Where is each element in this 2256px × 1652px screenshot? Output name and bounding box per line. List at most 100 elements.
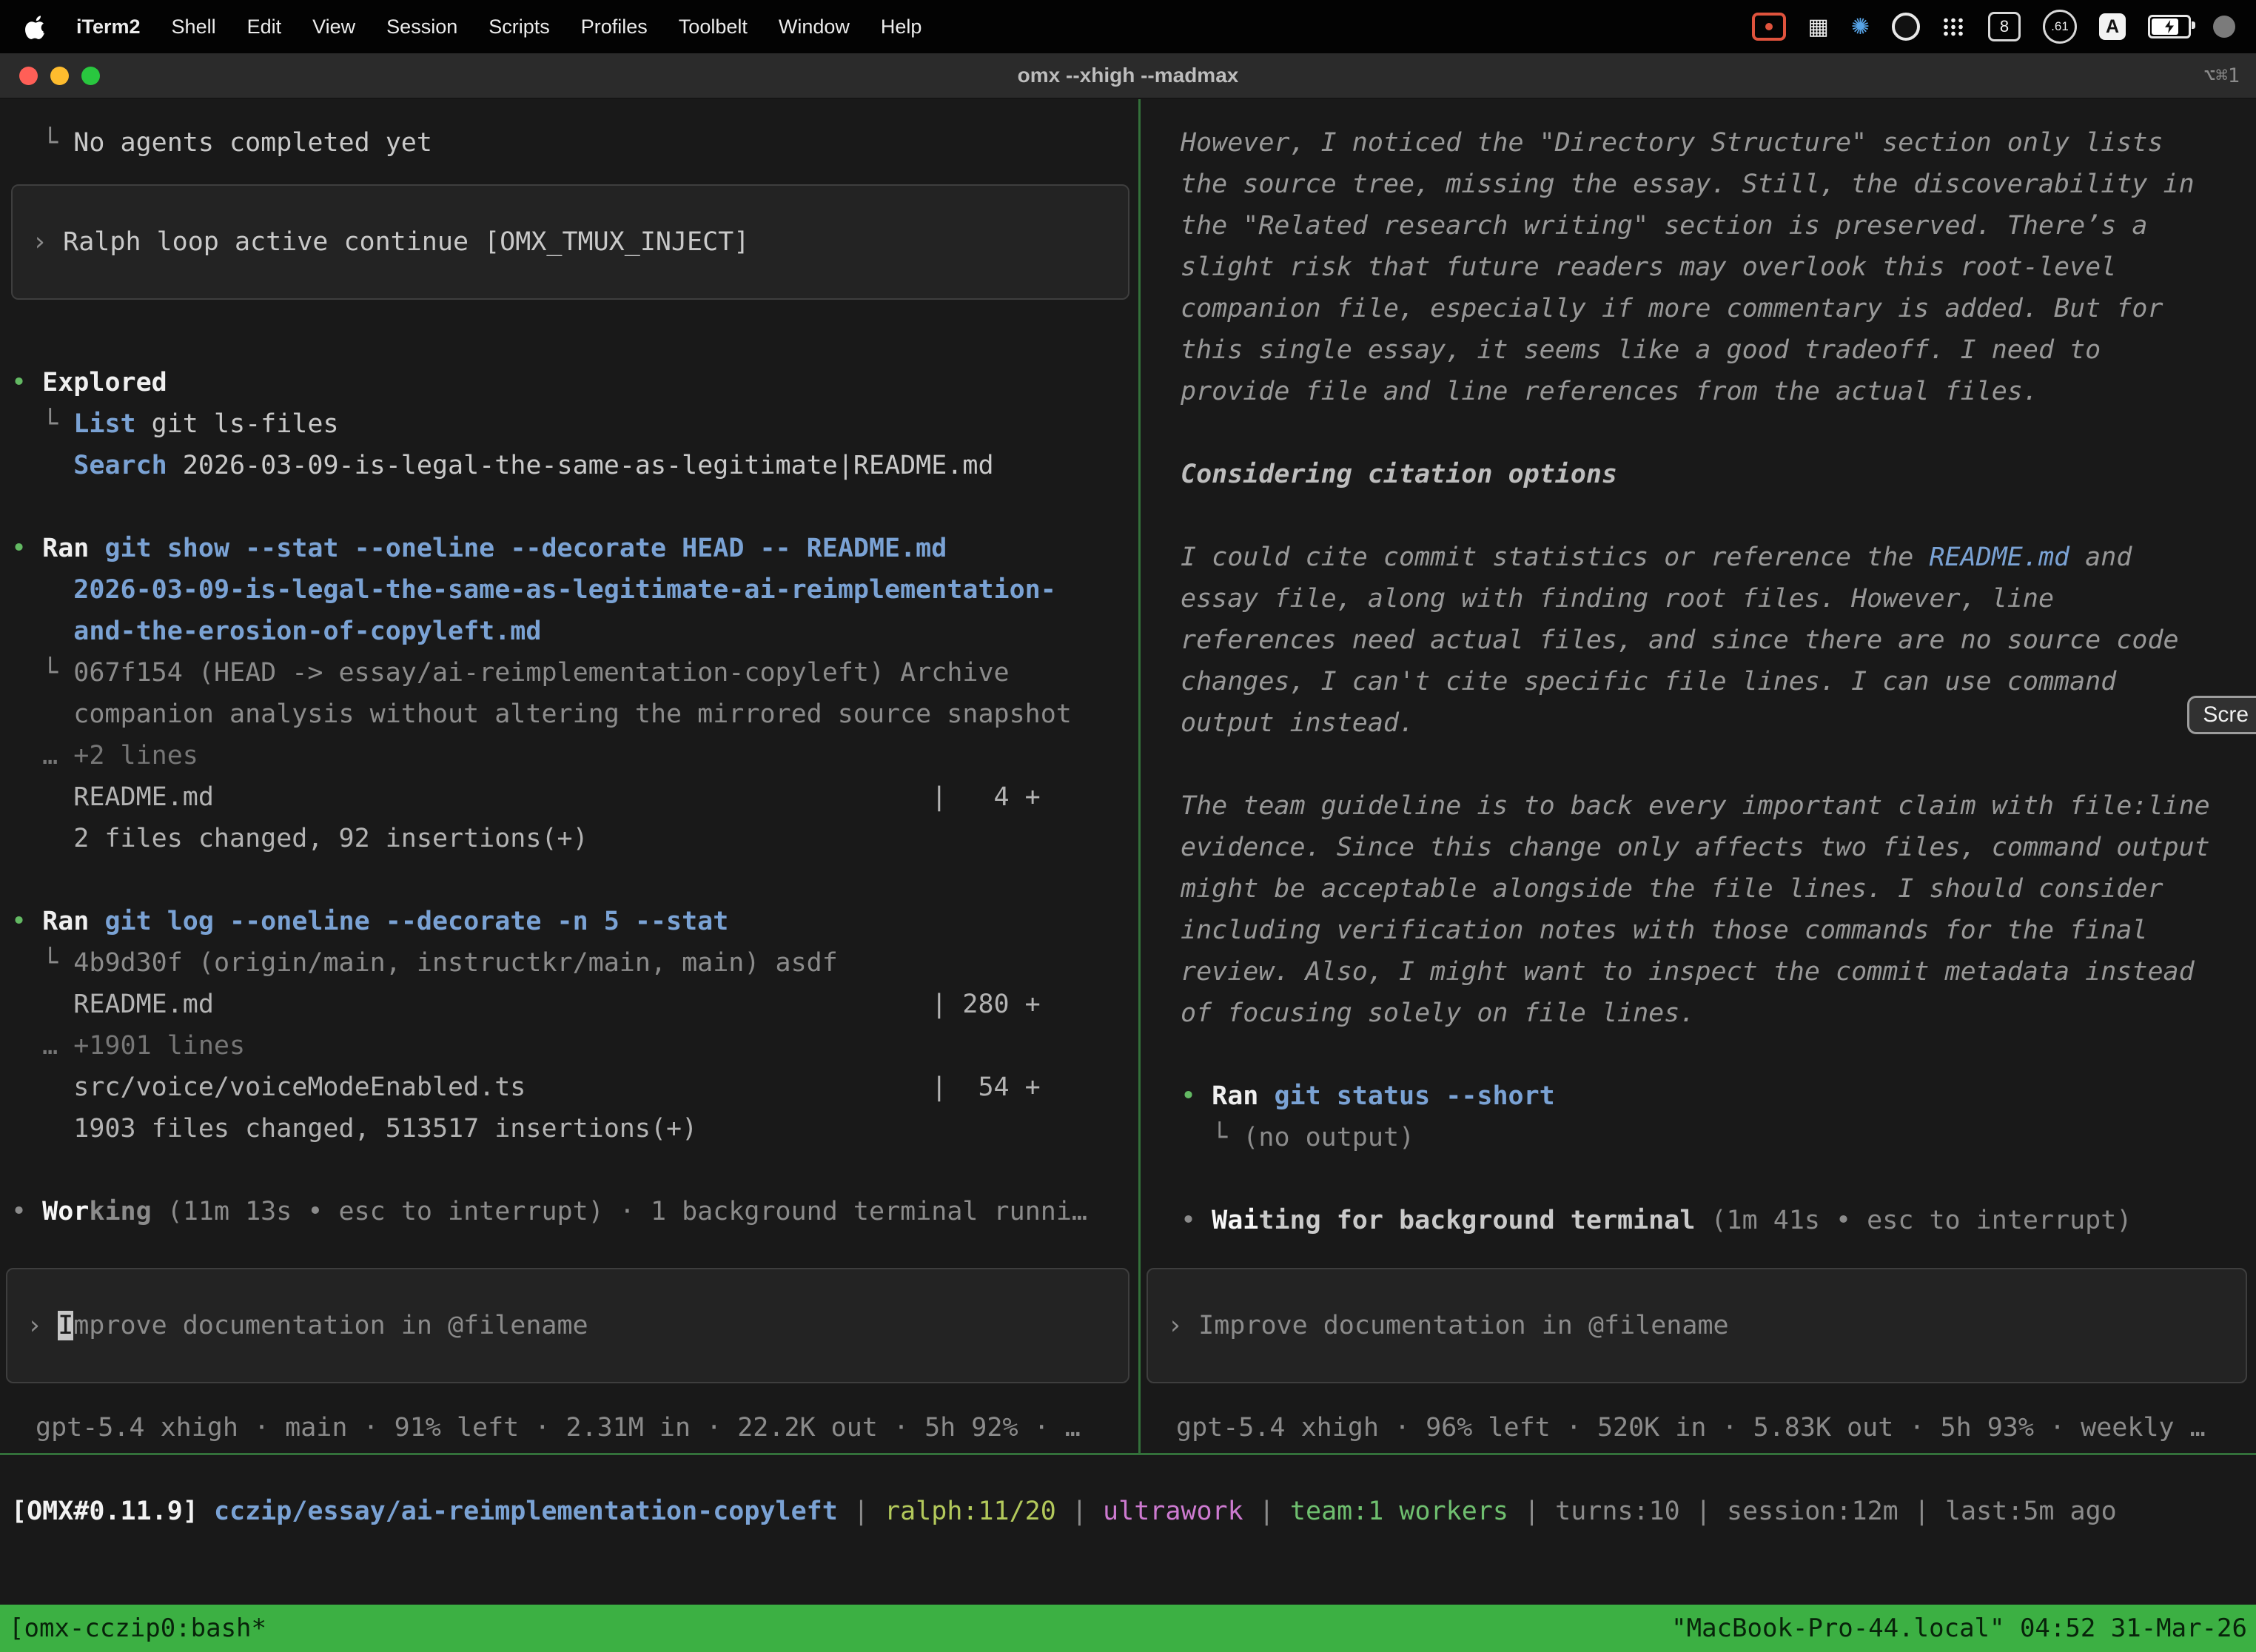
terminal-line: of focusing solely on file lines. [1181, 993, 2256, 1034]
key-icon[interactable]: 8 [1988, 12, 2021, 41]
tmux-panes: └ No agents completed yet › Ralph loop ac… [0, 98, 2256, 1453]
terminal-line: └ 067f154 (HEAD -> essay/ai-reimplementa… [11, 652, 1138, 694]
terminal-line: └ 4b9d30f (origin/main, instructkr/main,… [11, 942, 1138, 984]
blank-line [1181, 1034, 2256, 1075]
text-run: 067f154 (HEAD -> essay/ai-reimplementati… [73, 658, 1009, 688]
right-pane-content: However, I noticed the "Directory Struct… [1141, 98, 2256, 1241]
text-run: Ran [42, 534, 89, 563]
text-run: However, I noticed the "Directory Struct… [1181, 128, 2163, 158]
menu-item-iterm2[interactable]: iTerm2 [61, 16, 156, 38]
text-run: essay file, along with finding root file… [1181, 584, 2054, 614]
window-shortcut: ⌥⌘1 [2203, 64, 2256, 87]
apple-menu-icon[interactable] [25, 14, 50, 39]
text-run: [OMX_TMUX_INJECT] [484, 227, 749, 257]
omx-status-bar: [OMX#0.11.9] cczip/essay/ai-reimplementa… [11, 1491, 2256, 1532]
text-run: changes, I can't cite specific file line… [1181, 667, 2116, 696]
text-run: Ralph loop active continue [63, 227, 484, 257]
ralph-loop-banner: › Ralph loop active continue [OMX_TMUX_I… [11, 184, 1129, 300]
text-run: • [1181, 1206, 1212, 1235]
text-run: slight risk that future readers may over… [1181, 252, 2116, 282]
terminal-line: provide file and line references from th… [1181, 371, 2256, 412]
dots-grid-icon[interactable] [1942, 17, 1966, 36]
terminal-line: › Ralph loop active continue [OMX_TMUX_I… [32, 221, 1121, 263]
menu-item-scripts[interactable]: Scripts [473, 16, 565, 38]
model-status-line: gpt-5.4 xhigh · main · 91% left · 2.31M … [6, 1407, 1129, 1448]
menu-item-profiles[interactable]: Profiles [565, 16, 663, 38]
text-run: List [73, 409, 135, 439]
close-button[interactable] [19, 67, 38, 85]
terminal-line: evidence. Since this change only affects… [1181, 827, 2256, 868]
text-run [89, 534, 104, 563]
grid-icon[interactable]: ▦ [1808, 10, 1829, 43]
terminal-line: • Ran git status --short [1181, 1075, 2256, 1117]
pinwheel-icon[interactable]: ✺ [1851, 10, 1870, 43]
terminal-line: and-the-erosion-of-copyleft.md [11, 611, 1138, 652]
text-run: › [1167, 1311, 1198, 1340]
menu-item-window[interactable]: Window [763, 16, 865, 38]
circle-app-icon[interactable] [1892, 13, 1920, 41]
terminal-line: └ No agents completed yet [11, 122, 1138, 164]
terminal-line: I could cite commit statistics or refere… [1181, 537, 2256, 578]
terminal-line: might be acceptable alongside the file l… [1181, 868, 2256, 910]
zoom-button[interactable] [81, 67, 100, 85]
blank-line [1181, 744, 2256, 785]
text-run: • [11, 907, 42, 936]
text-run: README.md [1929, 543, 2069, 572]
terminal-line: Considering citation options [1181, 454, 2256, 495]
text-run: and-the-erosion-of-copyleft.md [73, 617, 541, 646]
text-run: I could cite commit statistics or refere… [1181, 543, 1929, 572]
text-run: git ls-files [136, 409, 339, 439]
text-run: git show --stat --oneline --decorate HEA… [104, 534, 947, 563]
menu-item-shell[interactable]: Shell [156, 16, 232, 38]
terminal-line: … +1901 lines [11, 1025, 1138, 1067]
terminal-line: essay file, along with finding root file… [1181, 578, 2256, 620]
terminal-line: the source tree, missing the essay. Stil… [1181, 164, 2256, 205]
menu-item-view[interactable]: View [297, 16, 371, 38]
terminal-line: review. Also, I might want to inspect th… [1181, 951, 2256, 993]
text-run: 2026-03-09-is-legal-the-same-as-legitima… [167, 451, 994, 480]
text-run: cczip/essay/ai-reimplementation-copyleft [214, 1497, 838, 1526]
blank-line [1181, 412, 2256, 454]
text-run: Considering citation options [1181, 460, 1617, 489]
text-run: | [1243, 1497, 1290, 1526]
menu-item-toolbelt[interactable]: Toolbelt [663, 16, 763, 38]
left-pane-content: └ No agents completed yet › Ralph loop ac… [0, 98, 1138, 1232]
terminal-line: output instead. [1181, 702, 2256, 744]
prompt-input[interactable]: › Improve documentation in @filename [6, 1268, 1129, 1383]
right-pane-bottom: › Improve documentation in @filename gpt… [1147, 1268, 2247, 1448]
right-pane[interactable]: However, I noticed the "Directory Struct… [1141, 98, 2256, 1453]
horizontal-separator [0, 1453, 2256, 1455]
text-run: | [1056, 1497, 1103, 1526]
text-run: › [32, 227, 63, 257]
window-controls [0, 67, 100, 85]
left-pane[interactable]: └ No agents completed yet › Ralph loop ac… [0, 98, 1138, 1453]
text-run [89, 907, 104, 936]
minimize-button[interactable] [50, 67, 69, 85]
menu-extra-icon[interactable] [2213, 16, 2235, 38]
text-run: session:12m [1727, 1497, 1899, 1526]
text-run: gpt-5.4 xhigh · main · 91% left · 2.31M … [36, 1413, 1081, 1443]
text-run: | [1508, 1497, 1555, 1526]
text-run: provide file and line references from th… [1181, 377, 2038, 406]
menu-item-help[interactable]: Help [865, 16, 938, 38]
menu-item-session[interactable]: Session [371, 16, 473, 38]
text-run: the source tree, missing the essay. Stil… [1181, 169, 2195, 199]
text-run: ting for background terminal [1258, 1206, 1695, 1235]
terminal-line: the "Related research writing" section i… [1181, 205, 2256, 246]
window-titlebar[interactable]: omx --xhigh --madmax ⌥⌘1 [0, 53, 2256, 99]
battery-icon[interactable] [2148, 15, 2191, 38]
text-run: last:5m ago [1945, 1497, 2117, 1526]
prompt-input-line: › Improve documentation in @filename [1167, 1305, 2238, 1346]
text-run: (1m 41s • esc to interrupt) [1695, 1206, 2132, 1235]
text-run [1258, 1081, 1274, 1111]
prompt-input[interactable]: › Improve documentation in @filename [1147, 1268, 2247, 1383]
text-run: • [11, 534, 42, 563]
text-run: 2026-03-09-is-legal-the-same-as-legitima… [73, 575, 1056, 605]
terminal-line: README.md | 4 + [11, 776, 1138, 818]
screen-record-icon[interactable] [1752, 13, 1786, 41]
gauge-icon[interactable]: .61 [2043, 10, 2077, 44]
menubar: iTerm2ShellEditViewSessionScriptsProfile… [0, 0, 2256, 53]
terminal-line: However, I noticed the "Directory Struct… [1181, 122, 2256, 164]
input-source-icon[interactable]: A [2099, 13, 2126, 40]
menu-item-edit[interactable]: Edit [232, 16, 298, 38]
